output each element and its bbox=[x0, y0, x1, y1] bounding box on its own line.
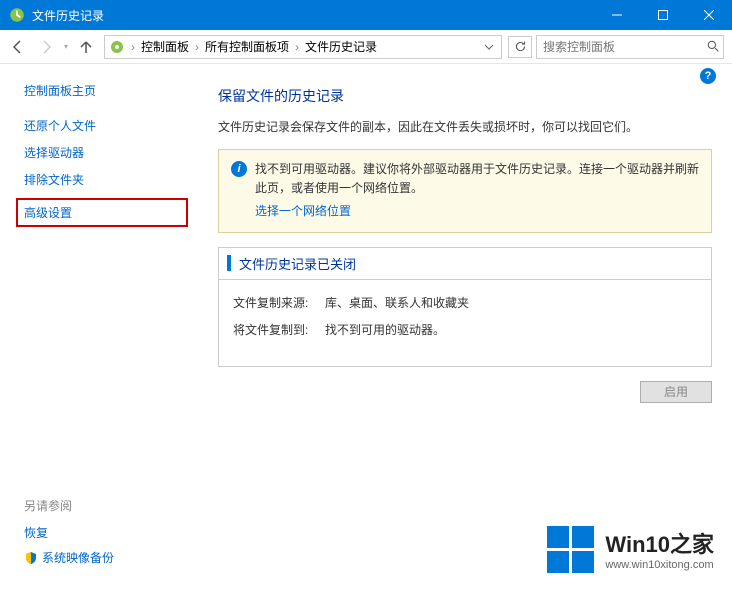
breadcrumb-item[interactable]: 文件历史记录 bbox=[301, 38, 381, 55]
select-network-location-link[interactable]: 选择一个网络位置 bbox=[255, 202, 699, 221]
see-also-system-image-backup[interactable]: 系统映像备份 bbox=[24, 549, 188, 566]
toolbar: ▾ › 控制面板 › 所有控制面板项 › 文件历史记录 bbox=[0, 30, 732, 64]
copy-from-label: 文件复制来源: bbox=[233, 294, 325, 311]
chevron-right-icon: › bbox=[193, 40, 201, 54]
sidebar-link-advanced-settings[interactable]: 高级设置 bbox=[24, 206, 72, 220]
status-accent-bar bbox=[227, 255, 231, 271]
sidebar-link-select-drive[interactable]: 选择驱动器 bbox=[24, 144, 188, 161]
breadcrumb[interactable]: › 控制面板 › 所有控制面板项 › 文件历史记录 bbox=[104, 35, 502, 59]
close-button[interactable] bbox=[686, 0, 732, 30]
copy-from-row: 文件复制来源: 库、桌面、联系人和收藏夹 bbox=[233, 294, 697, 311]
info-text: 找不到可用驱动器。建议你将外部驱动器用于文件历史记录。连接一个驱动器并刷新此页，… bbox=[255, 160, 699, 222]
up-button[interactable] bbox=[72, 33, 100, 61]
see-also-header: 另请参阅 bbox=[24, 497, 188, 514]
app-icon bbox=[8, 6, 26, 24]
status-body: 文件复制来源: 库、桌面、联系人和收藏夹 将文件复制到: 找不到可用的驱动器。 bbox=[219, 280, 711, 366]
status-title: 文件历史记录已关闭 bbox=[239, 254, 356, 273]
status-panel: 文件历史记录已关闭 文件复制来源: 库、桌面、联系人和收藏夹 将文件复制到: 找… bbox=[218, 247, 712, 367]
forward-button[interactable] bbox=[32, 33, 60, 61]
control-panel-icon bbox=[109, 39, 125, 55]
info-icon: i bbox=[231, 161, 247, 177]
search-icon[interactable] bbox=[704, 40, 723, 53]
breadcrumb-dropdown-icon[interactable] bbox=[479, 37, 499, 57]
content-area: 控制面板主页 还原个人文件 选择驱动器 排除文件夹 高级设置 另请参阅 恢复 系… bbox=[0, 64, 732, 592]
minimize-button[interactable] bbox=[594, 0, 640, 30]
maximize-button[interactable] bbox=[640, 0, 686, 30]
history-dropdown-icon[interactable]: ▾ bbox=[60, 42, 72, 51]
shield-icon bbox=[24, 551, 38, 565]
chevron-right-icon: › bbox=[293, 40, 301, 54]
sidebar-link-advanced-highlighted: 高级设置 bbox=[16, 198, 188, 227]
sidebar-link-restore[interactable]: 还原个人文件 bbox=[24, 117, 188, 134]
enable-button[interactable]: 启用 bbox=[640, 381, 712, 403]
watermark: Win10之家 www.win10xitong.com bbox=[545, 524, 714, 574]
main-panel: ? 保留文件的历史记录 文件历史记录会保存文件的副本，因此在文件丢失或损坏时，你… bbox=[188, 64, 732, 592]
breadcrumb-item[interactable]: 所有控制面板项 bbox=[201, 38, 293, 55]
refresh-button[interactable] bbox=[508, 36, 532, 58]
control-panel-home-link[interactable]: 控制面板主页 bbox=[24, 82, 188, 99]
copy-from-value: 库、桌面、联系人和收藏夹 bbox=[325, 294, 469, 311]
watermark-url: www.win10xitong.com bbox=[605, 559, 713, 571]
copy-to-label: 将文件复制到: bbox=[233, 321, 325, 338]
titlebar: 文件历史记录 bbox=[0, 0, 732, 30]
search-input[interactable] bbox=[537, 40, 704, 54]
page-subtitle: 文件历史记录会保存文件的副本，因此在文件丢失或损坏时，你可以找回它们。 bbox=[218, 118, 712, 135]
sidebar-link-exclude-folders[interactable]: 排除文件夹 bbox=[24, 171, 188, 188]
copy-to-value: 找不到可用的驱动器。 bbox=[325, 321, 445, 338]
search-box[interactable] bbox=[536, 35, 724, 59]
window-controls bbox=[594, 0, 732, 30]
sidebar: 控制面板主页 还原个人文件 选择驱动器 排除文件夹 高级设置 另请参阅 恢复 系… bbox=[0, 64, 188, 592]
back-button[interactable] bbox=[4, 33, 32, 61]
see-also-recovery[interactable]: 恢复 bbox=[24, 524, 188, 541]
breadcrumb-item[interactable]: 控制面板 bbox=[137, 38, 193, 55]
see-also-section: 另请参阅 恢复 系统映像备份 bbox=[24, 497, 188, 592]
windows-logo-icon bbox=[545, 524, 595, 574]
watermark-text: Win10之家 www.win10xitong.com bbox=[605, 527, 714, 571]
status-header: 文件历史记录已关闭 bbox=[219, 248, 711, 280]
window-title: 文件历史记录 bbox=[32, 7, 594, 24]
help-icon[interactable]: ? bbox=[700, 68, 716, 84]
watermark-title: Win10之家 bbox=[605, 527, 714, 559]
page-title: 保留文件的历史记录 bbox=[218, 86, 712, 106]
info-banner: i 找不到可用驱动器。建议你将外部驱动器用于文件历史记录。连接一个驱动器并刷新此… bbox=[218, 149, 712, 233]
chevron-right-icon: › bbox=[129, 40, 137, 54]
copy-to-row: 将文件复制到: 找不到可用的驱动器。 bbox=[233, 321, 697, 338]
